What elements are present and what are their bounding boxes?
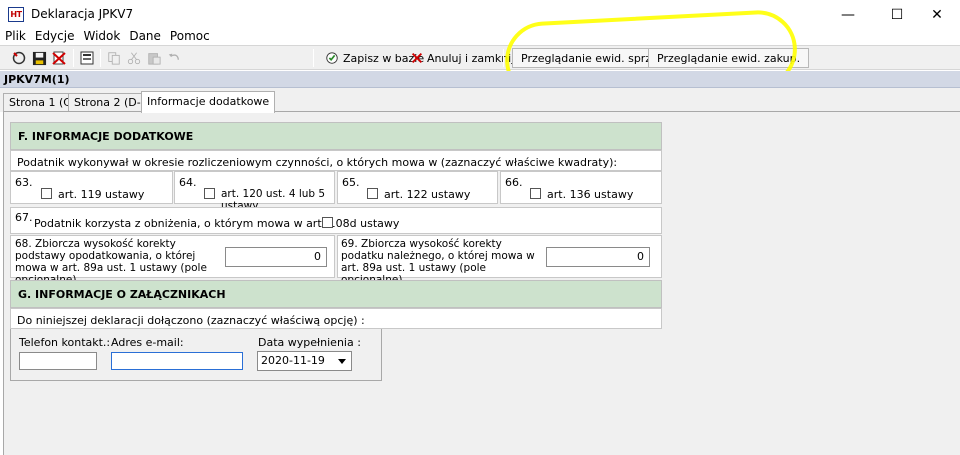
menu-plik[interactable]: Plik xyxy=(0,27,30,45)
section-g-intro: Do niniejszej deklaracji dołączono (zazn… xyxy=(10,308,662,329)
app-logo-icon: HT xyxy=(8,7,24,22)
field-66-checkbox[interactable] xyxy=(530,188,541,199)
form-code: JPKV7M(1) xyxy=(4,73,70,86)
email-input[interactable] xyxy=(111,352,243,370)
field-67-label: Podatnik korzysta z obniżenia, o którym … xyxy=(34,217,400,230)
field-67-checkbox[interactable] xyxy=(322,217,333,228)
field-65-label: art. 122 ustawy xyxy=(384,188,471,201)
date-label: Data wypełnienia : xyxy=(258,336,361,349)
paste-icon[interactable] xyxy=(145,49,163,67)
view-purchases-button[interactable]: Przeglądanie ewid. zakup. xyxy=(648,48,810,68)
cut-icon[interactable] xyxy=(125,49,143,67)
field-69: 69. Zbiorcza wysokość korekty podatku na… xyxy=(337,235,662,286)
title-bar: HT Deklaracja JPKV7 — ☐ ✕ xyxy=(0,0,960,30)
field-68-label: 68. Zbiorcza wysokość korekty podstawy o… xyxy=(15,238,207,286)
copy-icon[interactable] xyxy=(105,49,123,67)
field-68-input[interactable]: 0 xyxy=(225,247,327,267)
toolbar-separator xyxy=(503,49,504,67)
tab-informacje-dodatkowe[interactable]: Informacje dodatkowe xyxy=(141,91,276,113)
menu-edycje[interactable]: Edycje xyxy=(30,27,79,45)
field-69-input[interactable]: 0 xyxy=(546,247,650,267)
recalculate-icon[interactable] xyxy=(10,49,28,67)
field-63-label: art. 119 ustawy xyxy=(58,188,145,201)
field-63: 63. art. 119 ustawy xyxy=(10,171,173,204)
field-63-checkbox[interactable] xyxy=(41,188,52,199)
phone-input[interactable] xyxy=(19,352,97,370)
cancel-icon xyxy=(411,52,423,64)
date-select[interactable]: 2020-11-19 xyxy=(257,351,352,371)
field-68: 68. Zbiorcza wysokość korekty podstawy o… xyxy=(10,235,335,286)
phone-label: Telefon kontakt.: xyxy=(19,336,111,349)
toolbar-separator xyxy=(100,49,101,67)
date-value: 2020-11-19 xyxy=(261,354,325,367)
toolbar-separator xyxy=(313,49,314,67)
save-to-db-icon xyxy=(326,52,338,64)
section-f-header: F. INFORMACJE DODATKOWE xyxy=(10,122,662,150)
menu-pomoc[interactable]: Pomoc xyxy=(165,27,214,45)
field-64-number: 64. xyxy=(179,176,197,189)
undo-icon[interactable] xyxy=(165,49,183,67)
field-65-number: 65. xyxy=(342,176,360,189)
toolbar: Zapisz w bazie Anuluj i zamknij Przegląd… xyxy=(0,45,960,70)
section-f-intro: Podatnik wykonywał w okresie rozliczenio… xyxy=(10,150,662,171)
field-69-label: 69. Zbiorcza wysokość korekty podatku na… xyxy=(341,238,535,286)
field-66-label: art. 136 ustawy xyxy=(547,188,634,201)
field-67: 67. Podatnik korzysta z obniżenia, o któ… xyxy=(10,207,662,234)
close-button[interactable]: ✕ xyxy=(914,0,960,30)
cancel-close-label: Anuluj i zamknij xyxy=(427,51,515,65)
chevron-down-icon xyxy=(338,359,346,364)
field-65: 65. art. 122 ustawy xyxy=(337,171,498,204)
form-header: JPKV7M(1) xyxy=(0,71,960,88)
field-67-number: 67. xyxy=(15,211,33,224)
properties-icon[interactable] xyxy=(78,49,96,67)
window-title: Deklaracja JPKV7 xyxy=(31,7,134,21)
menu-bar: Plik Edycje Widok Dane Pomoc xyxy=(0,27,214,45)
toolbar-separator xyxy=(73,49,74,67)
field-66-number: 66. xyxy=(505,176,523,189)
field-63-number: 63. xyxy=(15,176,33,189)
minimize-button[interactable]: — xyxy=(825,0,871,30)
field-65-checkbox[interactable] xyxy=(367,188,378,199)
section-g-header: G. INFORMACJE O ZAŁĄCZNIKACH xyxy=(10,280,662,308)
field-64-checkbox[interactable] xyxy=(204,188,215,199)
save-disk-icon[interactable] xyxy=(30,49,48,67)
field-66: 66. art. 136 ustawy xyxy=(500,171,662,204)
tab-strip: Strona 1 (C) Strona 2 (D-E) Informacje d… xyxy=(0,88,960,113)
menu-dane[interactable]: Dane xyxy=(124,27,165,45)
email-label: Adres e-mail: xyxy=(111,336,184,349)
menu-widok[interactable]: Widok xyxy=(78,27,124,45)
delete-document-icon[interactable] xyxy=(50,49,68,67)
field-64: 64. art. 120 ust. 4 lub 5 ustawy xyxy=(174,171,335,212)
